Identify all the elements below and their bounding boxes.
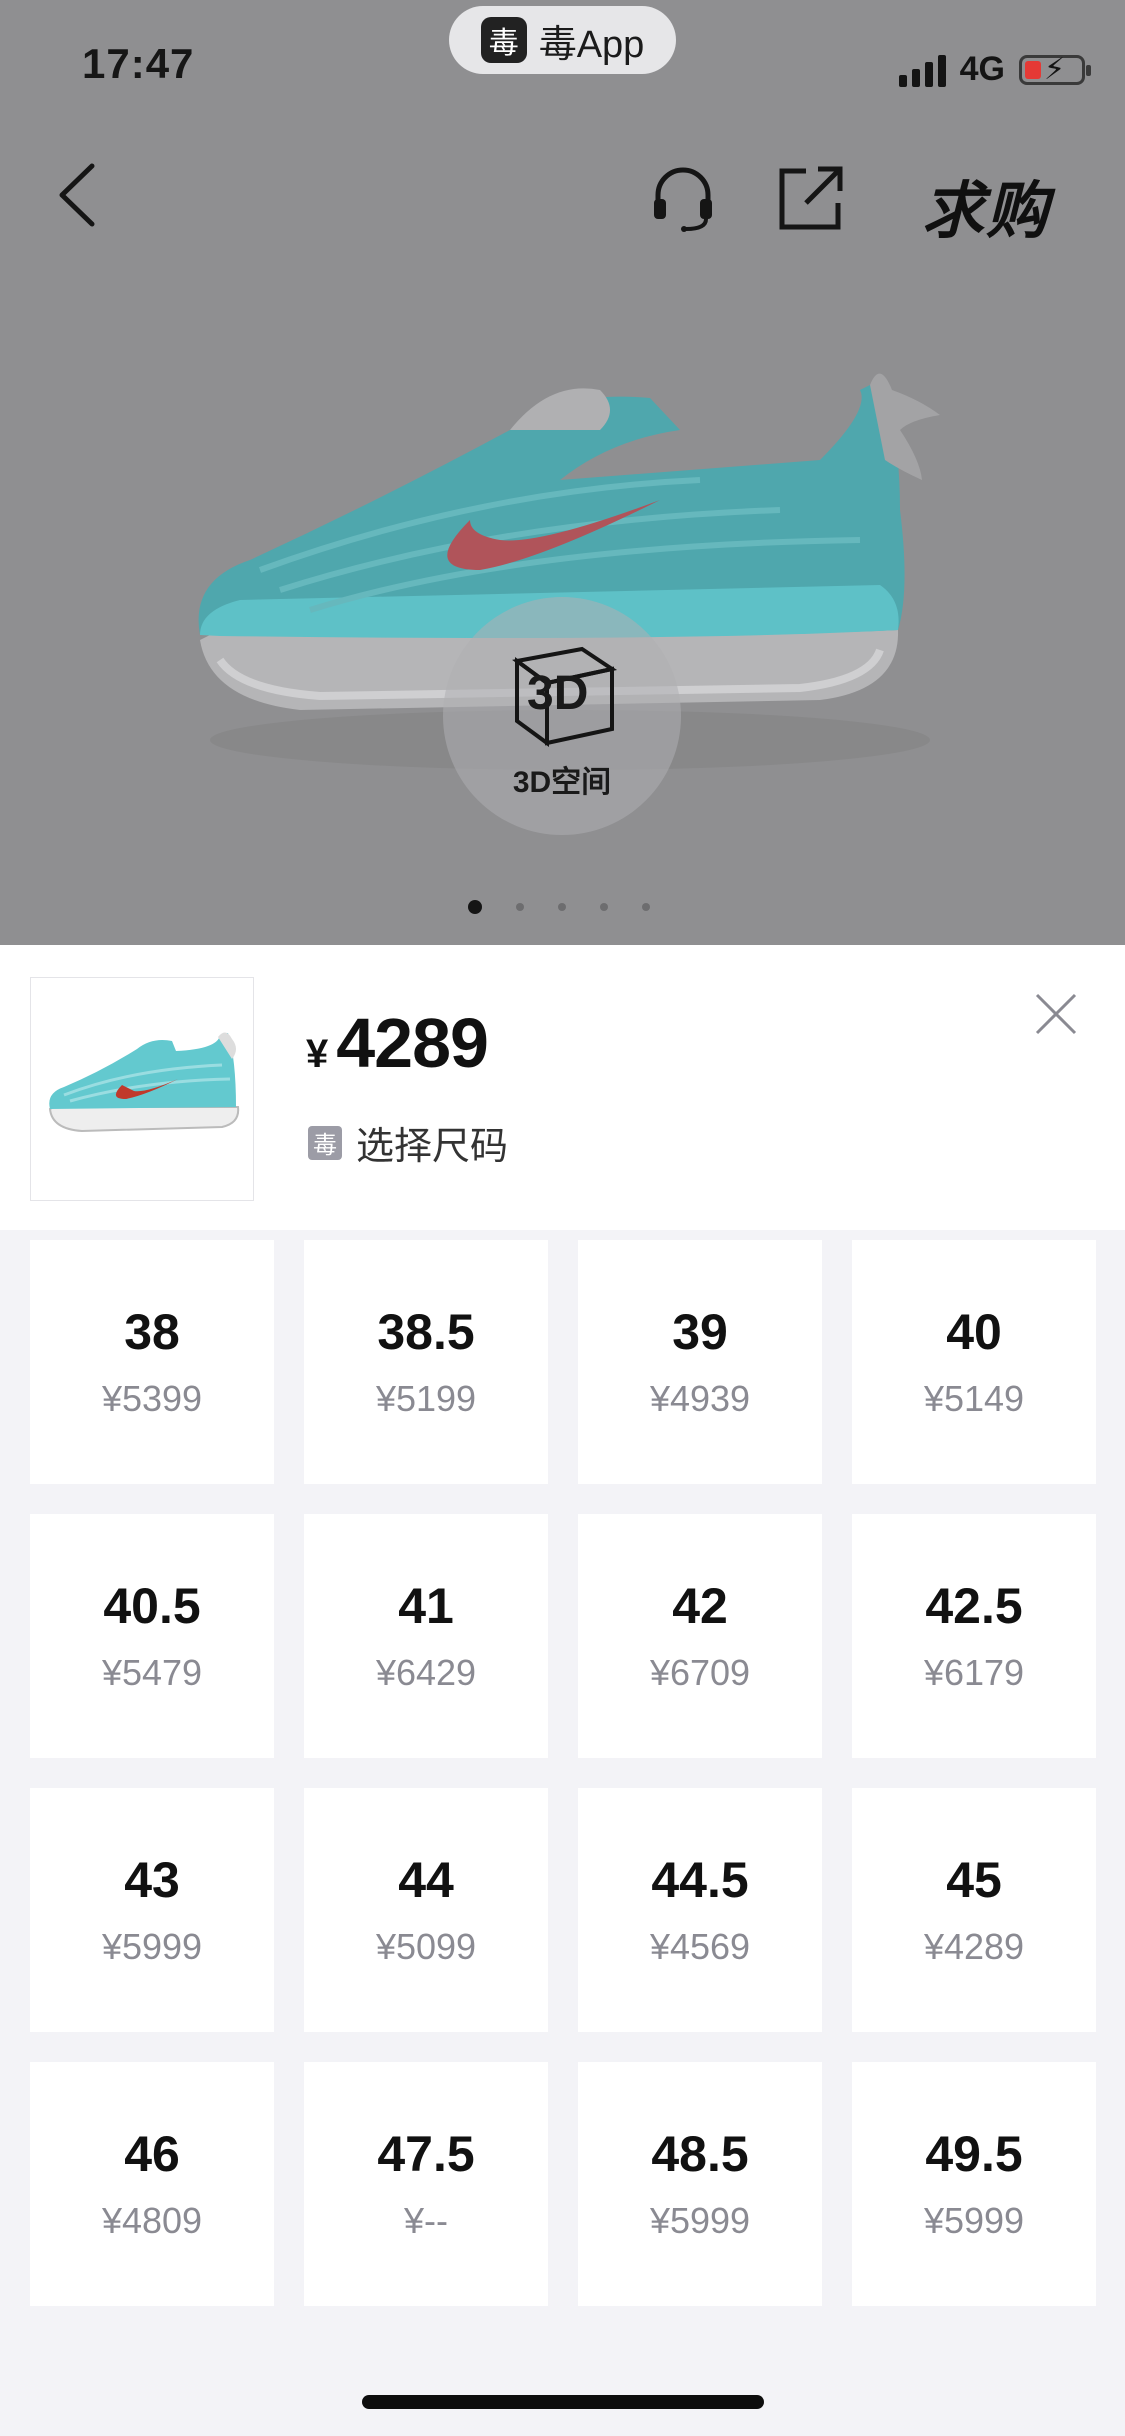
size-option[interactable]: 38.5 ¥5199 bbox=[304, 1240, 548, 1484]
select-size-hint: 毒 选择尺码 bbox=[308, 1115, 508, 1170]
pager-dot[interactable] bbox=[558, 903, 566, 911]
size-price: ¥5479 bbox=[101, 1652, 203, 1693]
size-price: ¥6429 bbox=[375, 1652, 477, 1693]
signal-icon bbox=[898, 53, 946, 87]
size-option[interactable]: 46 ¥4809 bbox=[30, 2062, 274, 2306]
size-option[interactable]: 38 ¥5399 bbox=[30, 1240, 274, 1484]
selected-price: ¥ 4289 bbox=[306, 1003, 489, 1083]
size-value: 42 bbox=[672, 1578, 728, 1634]
size-option[interactable]: 47.5 ¥-- bbox=[304, 2062, 548, 2306]
status-indicators: 4G ⚡ bbox=[898, 50, 1091, 89]
currency-symbol: ¥ bbox=[306, 1032, 329, 1076]
size-value: 49.5 bbox=[925, 2126, 1023, 2182]
size-option[interactable]: 40.5 ¥5479 bbox=[30, 1514, 274, 1758]
app-pill-label: 毒App bbox=[538, 23, 645, 66]
size-price: ¥5199 bbox=[375, 1378, 477, 1419]
size-option[interactable]: 48.5 ¥5999 bbox=[578, 2062, 822, 2306]
size-option[interactable]: 42.5 ¥6179 bbox=[852, 1514, 1096, 1758]
size-option[interactable]: 44 ¥5099 bbox=[304, 1788, 548, 2032]
size-value: 44 bbox=[398, 1852, 454, 1908]
close-icon[interactable] bbox=[1033, 991, 1079, 1037]
size-value: 42.5 bbox=[925, 1578, 1023, 1634]
size-value: 38.5 bbox=[377, 1304, 475, 1360]
share-icon[interactable] bbox=[776, 163, 846, 233]
size-sheet-header: ¥ 4289 毒 选择尺码 bbox=[0, 945, 1125, 1230]
network-type: 4G bbox=[959, 50, 1005, 88]
size-price: ¥5149 bbox=[923, 1378, 1025, 1419]
size-value: 47.5 bbox=[377, 2126, 475, 2182]
pager-dot[interactable] bbox=[468, 900, 482, 914]
size-value: 41 bbox=[398, 1578, 454, 1634]
size-grid: 38 ¥5399 38.5 ¥5199 39 ¥4939 40 ¥5149 40.5 ¥5479 4… bbox=[30, 1240, 1096, 2306]
battery-icon: ⚡ bbox=[1019, 53, 1091, 86]
size-price: ¥6179 bbox=[923, 1652, 1025, 1693]
size-option[interactable]: 43 ¥5999 bbox=[30, 1788, 274, 2032]
size-price: ¥4289 bbox=[923, 1926, 1025, 1967]
cube-3d-icon: 3D bbox=[512, 646, 618, 747]
price-value: 4289 bbox=[336, 1004, 489, 1082]
poizon-logo-icon: 毒 bbox=[308, 1125, 342, 1160]
back-icon[interactable] bbox=[54, 160, 104, 230]
size-price: ¥4939 bbox=[649, 1378, 751, 1419]
size-value: 40.5 bbox=[103, 1578, 201, 1634]
size-value: 40 bbox=[946, 1304, 1002, 1360]
size-option[interactable]: 39 ¥4939 bbox=[578, 1240, 822, 1484]
size-value: 46 bbox=[124, 2126, 180, 2182]
size-price: ¥5399 bbox=[101, 1378, 203, 1419]
size-price: ¥4809 bbox=[101, 2200, 203, 2241]
status-time: 17:47 bbox=[82, 40, 195, 87]
pager-dot[interactable] bbox=[600, 903, 608, 911]
size-price: ¥-- bbox=[404, 2200, 448, 2241]
size-option[interactable]: 40 ¥5149 bbox=[852, 1240, 1096, 1484]
size-value: 48.5 bbox=[651, 2126, 749, 2182]
image-pager bbox=[468, 900, 650, 914]
svg-text:3D: 3D bbox=[527, 667, 588, 720]
size-value: 38 bbox=[124, 1304, 180, 1360]
size-option[interactable]: 49.5 ¥5999 bbox=[852, 2062, 1096, 2306]
view-3d-label: 3D空间 bbox=[512, 766, 612, 799]
size-value: 44.5 bbox=[651, 1852, 749, 1908]
shoe-thumbnail-image bbox=[48, 1032, 240, 1133]
product-viewer: 17:47 毒 毒App 4G ⚡ 求购 3D 3D空间 bbox=[0, 0, 1125, 945]
pager-dot[interactable] bbox=[642, 903, 650, 911]
size-price: ¥5999 bbox=[923, 2200, 1025, 2241]
headset-icon[interactable] bbox=[648, 163, 718, 233]
product-thumbnail bbox=[30, 977, 254, 1201]
view-3d-button[interactable]: 3D 3D空间 bbox=[443, 597, 681, 835]
size-value: 39 bbox=[672, 1304, 728, 1360]
size-price: ¥5999 bbox=[649, 2200, 751, 2241]
app-logo-icon: 毒 bbox=[480, 17, 527, 63]
pager-dot[interactable] bbox=[516, 903, 524, 911]
size-price: ¥5099 bbox=[375, 1926, 477, 1967]
size-price: ¥4569 bbox=[649, 1926, 751, 1967]
buy-request-link[interactable]: 求购 bbox=[922, 160, 1050, 250]
size-price: ¥6709 bbox=[649, 1652, 751, 1693]
size-option[interactable]: 41 ¥6429 bbox=[304, 1514, 548, 1758]
size-value: 43 bbox=[124, 1852, 180, 1908]
select-size-label: 选择尺码 bbox=[356, 1126, 509, 1168]
size-option[interactable]: 42 ¥6709 bbox=[578, 1514, 822, 1758]
size-value: 45 bbox=[946, 1852, 1002, 1908]
home-indicator[interactable] bbox=[362, 2395, 764, 2409]
size-price: ¥5999 bbox=[101, 1926, 203, 1967]
app-switch-pill[interactable]: 毒 毒App bbox=[449, 6, 676, 74]
size-option[interactable]: 45 ¥4289 bbox=[852, 1788, 1096, 2032]
size-option[interactable]: 44.5 ¥4569 bbox=[578, 1788, 822, 2032]
